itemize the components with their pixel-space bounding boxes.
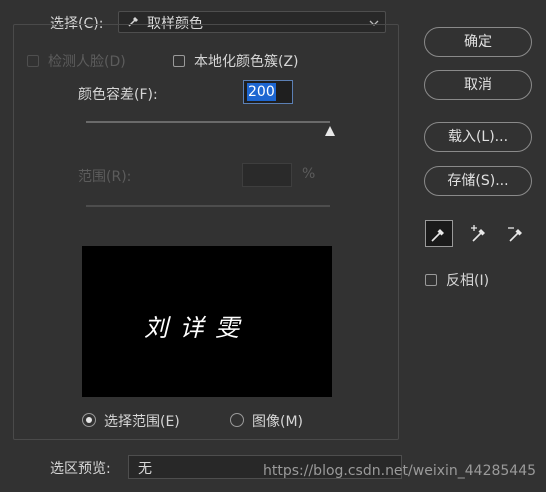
eyedropper-minus-icon: [508, 227, 522, 242]
invert-label: 反相(I): [446, 273, 490, 289]
preview-handwriting: 刘 详 雯: [144, 314, 242, 342]
fuzziness-value: 200: [247, 83, 276, 101]
eyedropper-tool[interactable]: [425, 220, 453, 247]
image-radio[interactable]: [230, 413, 244, 427]
eyedropper-icon: [431, 229, 444, 242]
range-unit: %: [302, 166, 316, 182]
range-slider-track[interactable]: [86, 205, 330, 207]
fuzziness-label: 颜色容差(F):: [78, 87, 158, 103]
selection-preview-value: 无: [138, 461, 152, 477]
detect-faces-checkbox[interactable]: [27, 55, 39, 67]
range-label: 范围(R):: [78, 169, 132, 185]
selection-preview-label: 选区预览:: [50, 461, 111, 477]
fuzziness-slider-track[interactable]: [86, 121, 330, 123]
cancel-button[interactable]: 取消: [424, 70, 532, 100]
fuzziness-slider-thumb[interactable]: [324, 125, 336, 141]
selection-radio[interactable]: [82, 413, 96, 427]
eyedropper-plus-tool[interactable]: [466, 220, 494, 247]
eyedropper-plus-icon: [471, 225, 485, 242]
load-button[interactable]: 载入(L)...: [424, 122, 532, 152]
invert-checkbox[interactable]: [425, 274, 437, 286]
localized-clusters-checkbox[interactable]: [173, 55, 185, 67]
detect-faces-label: 检测人脸(D): [48, 54, 126, 70]
eyedropper-minus-tool[interactable]: [503, 220, 531, 247]
localized-clusters-label: 本地化颜色簇(Z): [194, 54, 299, 70]
selection-preview-image: 刘 详 雯: [82, 246, 332, 397]
fuzziness-input[interactable]: 200: [243, 80, 293, 104]
range-input[interactable]: [242, 163, 292, 187]
watermark-text: https://blog.csdn.net/weixin_44285445: [263, 463, 537, 479]
selection-radio-label: 选择范围(E): [104, 414, 180, 430]
ok-button[interactable]: 确定: [424, 27, 532, 57]
image-radio-label: 图像(M): [252, 414, 304, 430]
save-button[interactable]: 存储(S)...: [424, 166, 532, 196]
